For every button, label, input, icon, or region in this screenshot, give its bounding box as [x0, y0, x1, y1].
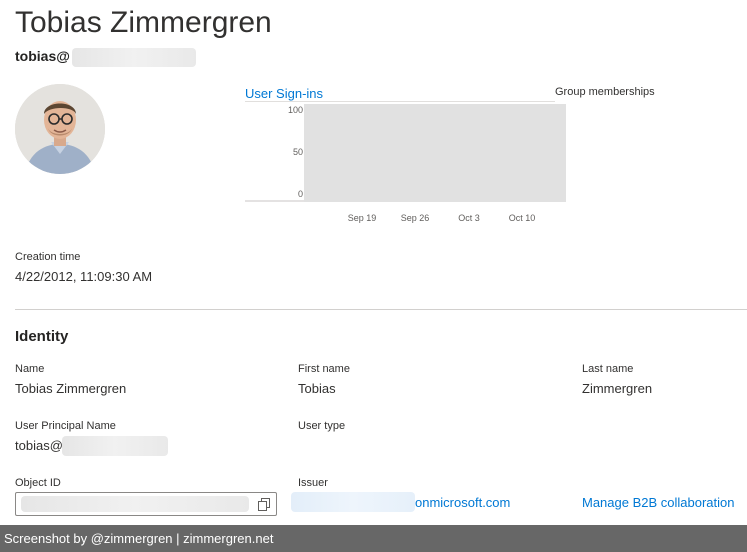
redacted-issuer-tenant: [291, 492, 415, 512]
issuer-label: Issuer: [298, 477, 328, 489]
object-id-field[interactable]: [15, 492, 277, 516]
name-label: Name: [15, 363, 45, 375]
chart-plot-area: [304, 104, 566, 202]
avatar: [15, 84, 105, 174]
redacted-upn-value: [62, 436, 168, 456]
x-tick-label: Sep 26: [401, 213, 430, 223]
copy-icon[interactable]: [258, 498, 270, 511]
creation-time-label: Creation time: [15, 251, 81, 263]
last-name-label: Last name: [582, 363, 634, 375]
first-name-label: First name: [298, 363, 350, 375]
creation-time-value: 4/22/2012, 11:09:30 AM: [15, 269, 153, 284]
upn-value: tobias@: [15, 438, 63, 453]
last-name-value: Zimmergren: [582, 381, 653, 396]
user-sign-ins-link[interactable]: User Sign-ins: [245, 86, 323, 101]
x-tick-label: Oct 10: [509, 213, 536, 223]
name-value: Tobias Zimmergren: [15, 381, 127, 396]
manage-b2b-collaboration-link[interactable]: Manage B2B collaboration: [582, 495, 735, 510]
y-tick-label: 50: [293, 147, 303, 157]
object-id-label: Object ID: [15, 477, 61, 489]
page-title: Tobias Zimmergren: [15, 6, 272, 39]
issuer-link[interactable]: onmicrosoft.com: [415, 495, 510, 510]
screenshot-credit-footer: Screenshot by @zimmergren | zimmergren.n…: [0, 525, 747, 552]
group-memberships-label: Group memberships: [555, 86, 655, 98]
identity-section-title: Identity: [15, 328, 69, 345]
x-tick-label: Oct 3: [458, 213, 480, 223]
user-type-label: User type: [298, 420, 346, 432]
sign-ins-chart: 100 50 0 Sep 19 Sep 26 Oct 3 Oct 10: [245, 104, 566, 223]
upn-label: User Principal Name: [15, 420, 116, 432]
user-principal-name-header: tobias@: [15, 48, 70, 64]
first-name-value: Tobias: [298, 381, 336, 396]
section-divider: [15, 309, 747, 310]
y-tick-label: 0: [298, 189, 303, 199]
y-tick-label: 100: [288, 105, 303, 115]
redacted-object-id: [21, 496, 249, 512]
x-tick-label: Sep 19: [348, 213, 377, 223]
redacted-upn-domain: [72, 48, 196, 67]
